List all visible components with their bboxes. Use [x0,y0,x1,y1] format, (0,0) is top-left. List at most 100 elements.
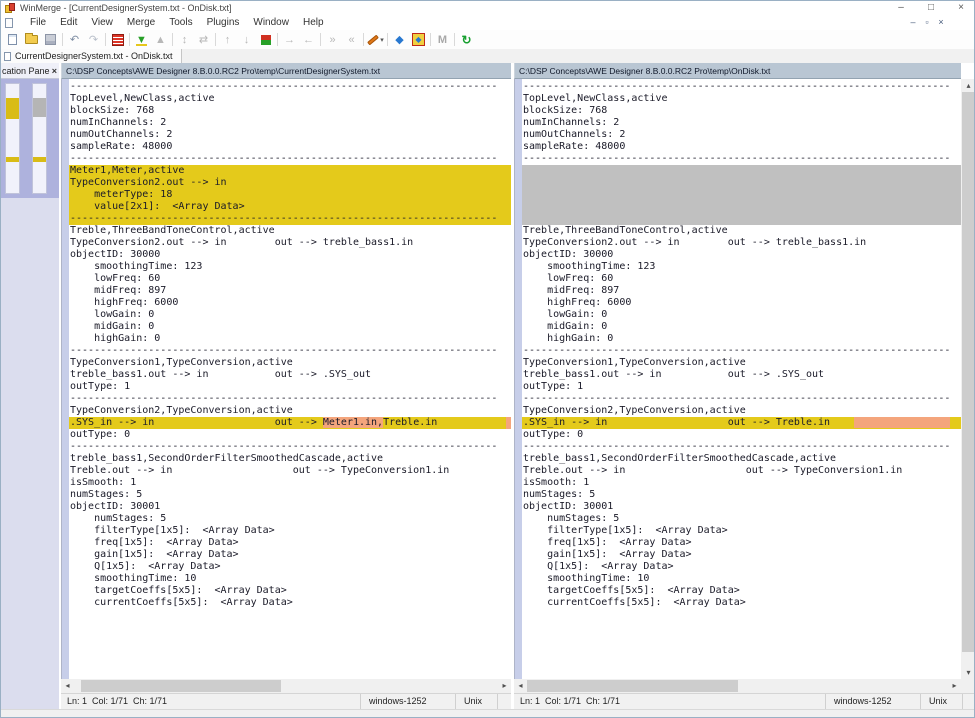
right-editor-pane[interactable]: ----------------------------------------… [522,79,961,679]
editor-line[interactable]: ----------------------------------------… [69,81,511,93]
maximize-button[interactable]: □ [916,1,946,15]
editor-line[interactable]: Meter1,Meter,active [69,165,511,177]
editor-line[interactable]: Q[1x5]: <Array Data> [69,561,511,573]
editor-line[interactable]: smoothingTime: 123 [69,261,511,273]
editor-line[interactable]: Q[1x5]: <Array Data> [522,561,961,573]
vertical-scroll-thumb[interactable] [962,92,975,652]
editor-line[interactable] [522,165,961,177]
editor-line[interactable]: filterType[1x5]: <Array Data> [69,525,511,537]
editor-line[interactable]: Treble.out --> in out --> TypeConversion… [69,465,511,477]
undo-button[interactable]: ↶ [65,31,84,48]
editor-line[interactable]: outType: 1 [522,381,961,393]
editor-line[interactable]: treble_bass1,SecondOrderFilterSmoothedCa… [69,453,511,465]
editor-line[interactable] [522,189,961,201]
editor-line[interactable]: ----------------------------------------… [69,393,511,405]
current-difference-button[interactable]: ↕ [175,31,194,48]
editor-line[interactable]: smoothingTime: 10 [522,573,961,585]
left-location-bar[interactable] [5,83,20,194]
copy-right-advance-button[interactable]: » [323,31,342,48]
editor-line[interactable]: ----------------------------------------… [522,393,961,405]
editor-line[interactable]: .SYS_in --> in out --> Meter1.in,Treble.… [69,417,511,429]
editor-line[interactable]: Treble,ThreeBandToneControl,active [69,225,511,237]
editor-line[interactable]: ----------------------------------------… [69,345,511,357]
editor-line[interactable] [522,177,961,189]
editor-line[interactable]: numStages: 5 [522,489,961,501]
editor-line[interactable]: TypeConversion1,TypeConversion,active [522,357,961,369]
left-editor-pane[interactable]: ----------------------------------------… [69,79,511,679]
editor-line[interactable]: midGain: 0 [522,321,961,333]
save-button[interactable] [41,31,60,48]
editor-line[interactable]: Treble.out --> in out --> TypeConversion… [522,465,961,477]
merge-mode-button[interactable]: M [433,31,452,48]
editor-line[interactable]: objectID: 30000 [522,249,961,261]
close-button[interactable]: × [946,1,975,15]
editor-line[interactable]: ----------------------------------------… [69,153,511,165]
editor-line[interactable]: TopLevel,NewClass,active [69,93,511,105]
editor-line[interactable]: ----------------------------------------… [522,345,961,357]
copy-left-advance-button[interactable]: « [342,31,361,48]
editor-line[interactable]: gain[1x5]: <Array Data> [522,549,961,561]
menu-item-window[interactable]: Window [246,15,296,30]
editor-line[interactable]: TopLevel,NewClass,active [522,93,961,105]
menu-item-view[interactable]: View [84,15,120,30]
editor-line[interactable]: outType: 0 [69,429,511,441]
editor-line[interactable]: freq[1x5]: <Array Data> [522,537,961,549]
scroll-right-icon[interactable]: ▸ [948,679,961,693]
menu-item-help[interactable]: Help [296,15,331,30]
editor-line[interactable]: treble_bass1,SecondOrderFilterSmoothedCa… [522,453,961,465]
minimize-button[interactable]: – [886,1,916,15]
editor-line[interactable]: currentCoeffs[5x5]: <Array Data> [522,597,961,609]
editor-line[interactable]: isSmooth: 1 [69,477,511,489]
scroll-right-icon[interactable]: ▸ [498,679,511,693]
editor-line[interactable]: midGain: 0 [69,321,511,333]
editor-line[interactable]: freq[1x5]: <Array Data> [69,537,511,549]
scroll-left-icon[interactable]: ◂ [61,679,74,693]
right-horizontal-scroll-thumb[interactable] [527,680,738,692]
menu-item-merge[interactable]: Merge [120,15,162,30]
editor-line[interactable]: numInChannels: 2 [69,117,511,129]
editor-line[interactable] [522,201,961,213]
compare-files-button[interactable]: ◆ [390,31,409,48]
editor-line[interactable]: targetCoeffs[5x5]: <Array Data> [522,585,961,597]
editor-line[interactable]: lowFreq: 60 [522,273,961,285]
select-difference-button[interactable]: ⇄ [194,31,213,48]
editor-line[interactable] [522,213,961,225]
editor-line[interactable]: smoothingTime: 10 [69,573,511,585]
menu-item-edit[interactable]: Edit [53,15,84,30]
editor-line[interactable]: ----------------------------------------… [69,213,511,225]
open-button[interactable] [22,31,41,48]
editor-line[interactable]: lowGain: 0 [522,309,961,321]
goto-last-diff-button[interactable] [256,31,275,48]
next-difference-button[interactable]: ▼ [132,31,151,48]
new-button[interactable] [3,31,22,48]
tab-current-designer-system[interactable]: CurrentDesignerSystem.txt - OnDisk.txt [1,49,182,63]
editor-line[interactable]: TypeConversion2.out --> in out --> trebl… [522,237,961,249]
refresh-button[interactable]: ↻ [457,31,476,48]
first-difference-button[interactable]: ↑ [218,31,237,48]
editor-line[interactable]: value[2x1]: <Array Data> [69,201,511,213]
redo-button[interactable]: ↷ [84,31,103,48]
editor-line[interactable]: meterType: 18 [69,189,511,201]
editor-line[interactable]: outType: 1 [69,381,511,393]
editor-line[interactable]: targetCoeffs[5x5]: <Array Data> [69,585,511,597]
editor-line[interactable]: blockSize: 768 [69,105,511,117]
editor-line[interactable]: numStages: 5 [69,513,511,525]
location-map[interactable] [1,79,59,198]
editor-line[interactable]: TypeConversion1,TypeConversion,active [69,357,511,369]
editor-line[interactable]: highGain: 0 [522,333,961,345]
editor-line[interactable]: smoothingTime: 123 [522,261,961,273]
editor-line[interactable]: numStages: 5 [69,489,511,501]
editor-line[interactable]: ----------------------------------------… [522,81,961,93]
editor-line[interactable]: sampleRate: 48000 [522,141,961,153]
menu-item-plugins[interactable]: Plugins [200,15,247,30]
auto-merge-button[interactable]: ▾ [366,31,385,48]
editor-line[interactable]: highFreq: 6000 [69,297,511,309]
location-pane-close-icon[interactable]: × [52,63,57,79]
editor-line[interactable]: gain[1x5]: <Array Data> [69,549,511,561]
scroll-up-icon[interactable]: ▴ [961,79,975,92]
compare-method-button[interactable]: ◆ [409,31,428,48]
editor-line[interactable]: treble_bass1.out --> in out --> .SYS_out [69,369,511,381]
editor-line[interactable]: midFreq: 897 [69,285,511,297]
editor-line[interactable]: Treble,ThreeBandToneControl,active [522,225,961,237]
copy-right-button[interactable]: → [280,31,299,48]
